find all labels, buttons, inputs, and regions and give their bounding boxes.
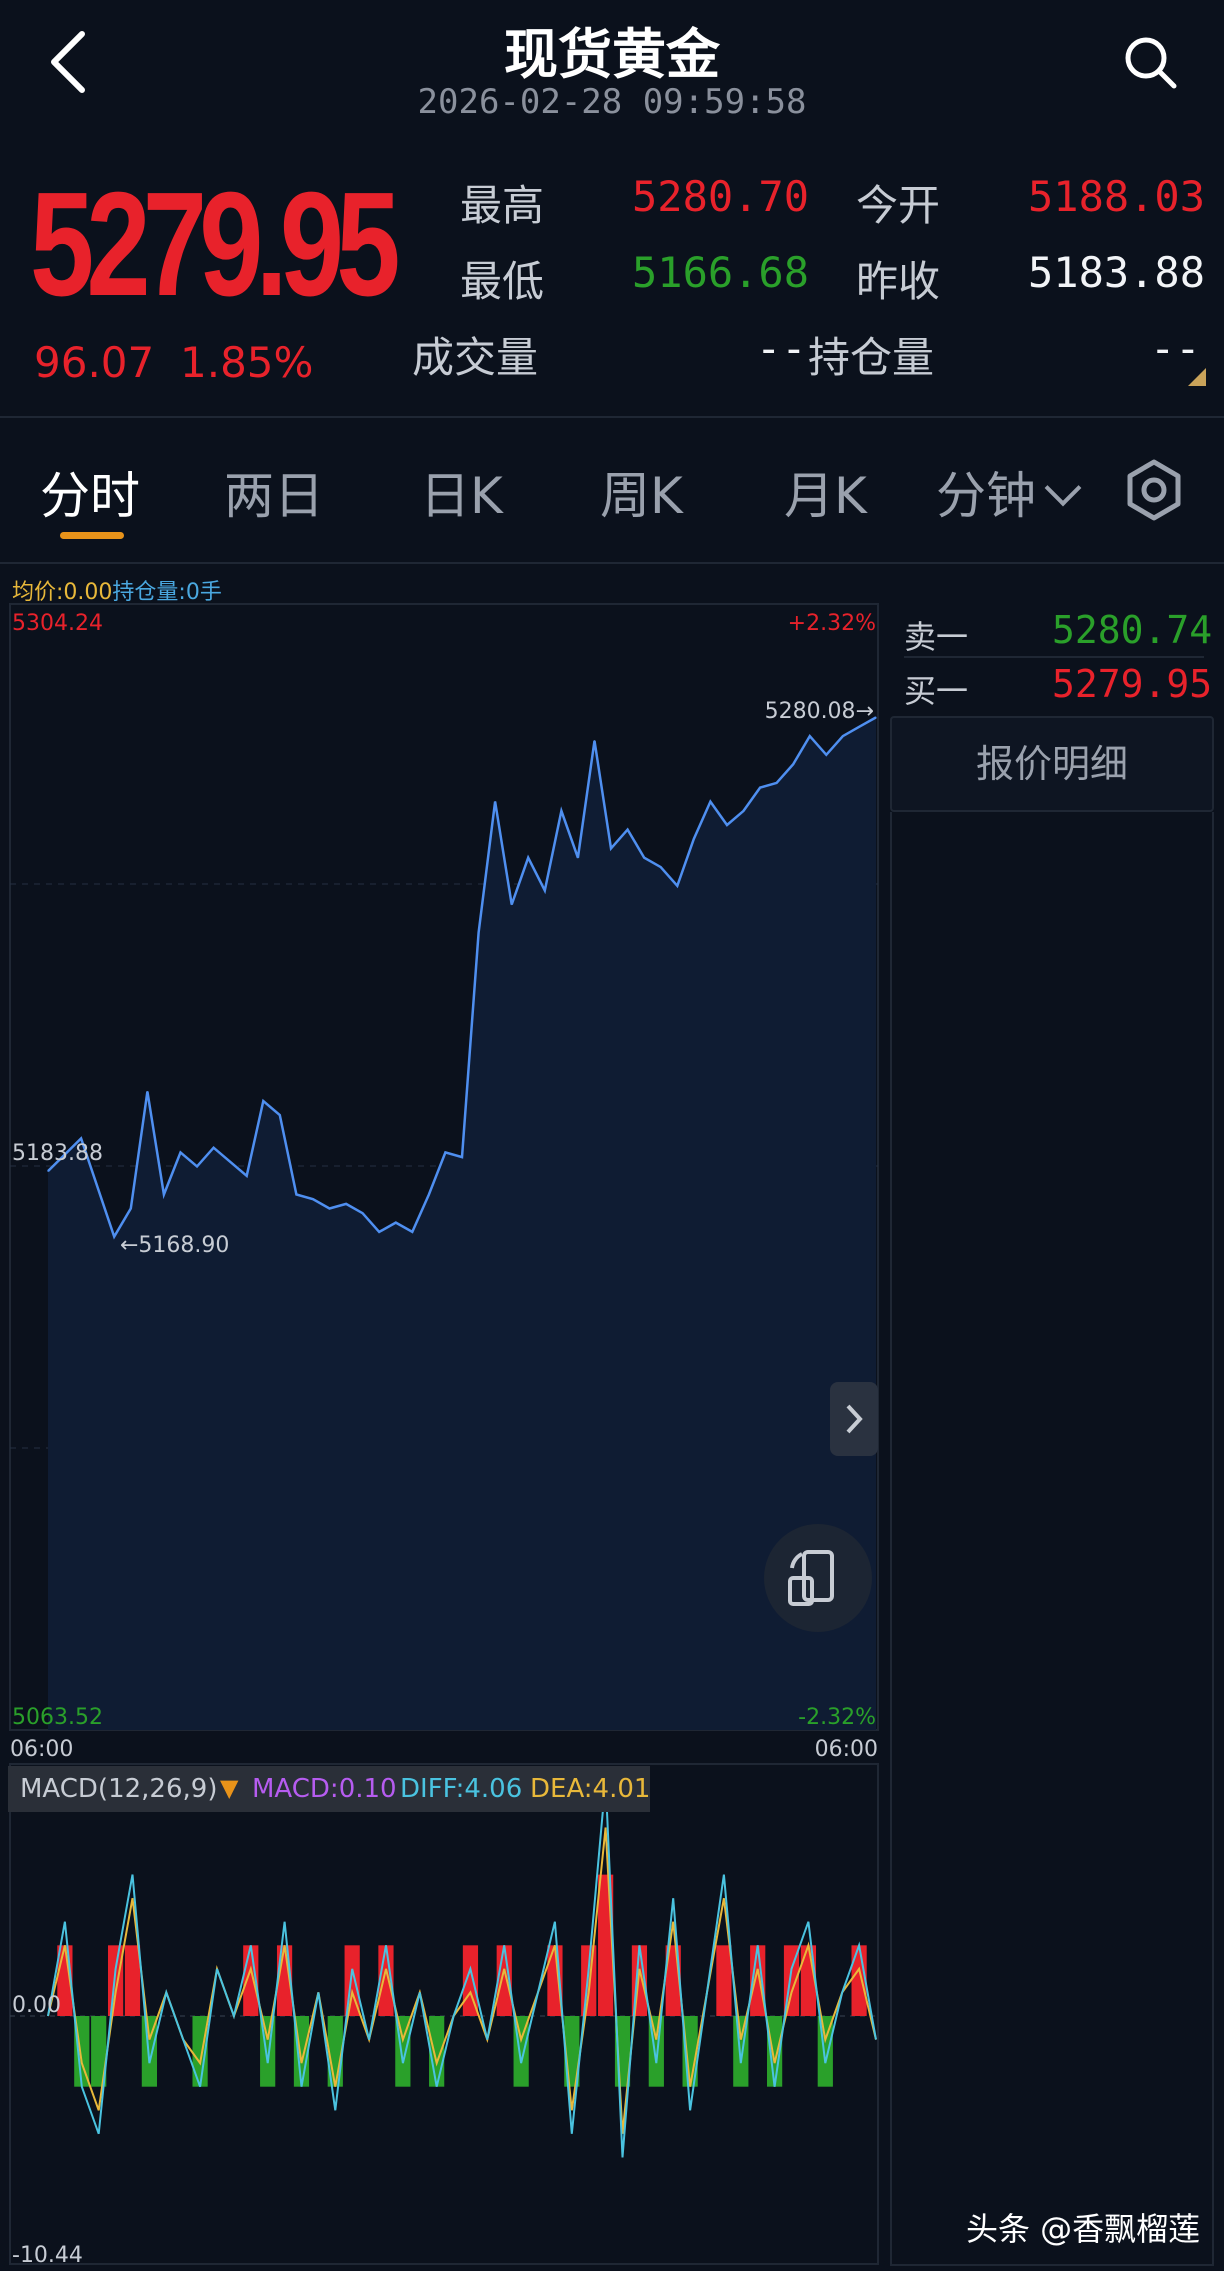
price-area	[48, 717, 876, 1730]
price-point	[627, 829, 629, 831]
pct-bottom-label: -2.32%	[798, 1705, 876, 1730]
macd-dropdown-icon[interactable]: ▼	[220, 1774, 238, 1802]
buy1-value: 5279.95	[1052, 662, 1213, 706]
price-point	[411, 1231, 413, 1233]
price-point	[610, 847, 612, 849]
buy1-label: 买一	[904, 672, 969, 710]
price-point	[395, 1221, 397, 1224]
price-point	[345, 1203, 347, 1205]
dea-value: DEA:4.01	[530, 1774, 651, 1804]
macd-value: MACD:0.10	[252, 1774, 397, 1804]
pct-top-label: +2.32%	[788, 611, 876, 636]
high-annotation: 5280.08→	[765, 699, 874, 724]
price-point	[362, 1212, 364, 1214]
macd-histogram-bar	[581, 1945, 597, 2016]
price-point	[477, 931, 480, 934]
price-point	[262, 1100, 264, 1102]
price-point	[776, 782, 778, 784]
price-point	[113, 1236, 115, 1238]
price-point	[47, 1170, 49, 1172]
x-axis-left-label: 06:00	[10, 1737, 73, 1762]
price-point	[229, 1161, 231, 1163]
price-point	[295, 1193, 297, 1196]
low-annotation: ←5168.90	[120, 1233, 229, 1258]
watermark: 头条 @香飘榴莲	[966, 2210, 1201, 2248]
price-point	[676, 885, 678, 887]
price-point	[130, 1207, 132, 1210]
price-point	[428, 1193, 430, 1196]
price-point	[80, 1137, 82, 1139]
quote-detail-panel	[890, 812, 1214, 2266]
quote-detail-button[interactable]: 报价明细	[890, 716, 1214, 812]
macd-bottom-label: -10.44	[12, 2243, 83, 2268]
price-point	[660, 866, 662, 868]
price-point	[163, 1193, 165, 1196]
expand-panel-button[interactable]	[830, 1382, 878, 1456]
price-point	[179, 1151, 182, 1154]
price-point	[444, 1151, 447, 1154]
price-point	[577, 857, 579, 859]
x-axis-right-label: 06:00	[815, 1737, 878, 1762]
diff-value: DIFF:4.06	[400, 1774, 523, 1804]
price-point	[709, 800, 712, 803]
sell1-value: 5280.74	[1052, 608, 1213, 652]
price-point	[494, 800, 496, 803]
price-point	[809, 735, 811, 737]
price-point	[146, 1090, 148, 1093]
price-point	[759, 786, 761, 789]
divider	[904, 656, 1204, 658]
chevron-right-icon	[846, 1404, 863, 1434]
price-point	[825, 754, 827, 756]
macd-zero-label: 0.00	[12, 1993, 61, 2018]
price-point	[279, 1114, 281, 1116]
price-point	[726, 824, 728, 826]
y-axis-top-label: 5304.24	[12, 611, 103, 636]
sell1-label: 卖一	[904, 618, 969, 656]
price-point	[461, 1156, 463, 1158]
price-point	[842, 735, 844, 737]
macd-histogram-bar	[124, 1945, 141, 2016]
macd-legend[interactable]: MACD(12,26,9) ▼ MACD:0.10 DIFF:4.06 DEA:…	[8, 1766, 650, 1812]
price-point	[312, 1198, 314, 1200]
rotate-screen-button[interactable]	[764, 1524, 872, 1632]
price-point	[213, 1147, 215, 1149]
price-point	[511, 903, 513, 906]
price-point	[378, 1231, 380, 1233]
price-point	[643, 857, 645, 859]
price-point	[328, 1207, 331, 1210]
price-point	[858, 726, 861, 728]
price-point	[593, 740, 596, 742]
price-point	[792, 763, 794, 765]
price-point	[246, 1175, 248, 1177]
price-point	[875, 716, 877, 718]
macd-title: MACD(12,26,9)	[20, 1774, 218, 1804]
price-point	[196, 1165, 198, 1168]
rotate-phone-icon	[788, 1550, 834, 1606]
y-axis-mid-label: 5183.88	[12, 1141, 103, 1166]
macd-histogram-bar	[107, 1945, 124, 2016]
price-point	[560, 810, 562, 812]
price-point	[742, 810, 745, 812]
price-point	[693, 838, 695, 840]
price-point	[544, 889, 546, 892]
y-axis-bottom-label: 5063.52	[12, 1705, 103, 1730]
price-point	[527, 857, 529, 859]
macd-histogram-bar	[716, 1945, 732, 2016]
